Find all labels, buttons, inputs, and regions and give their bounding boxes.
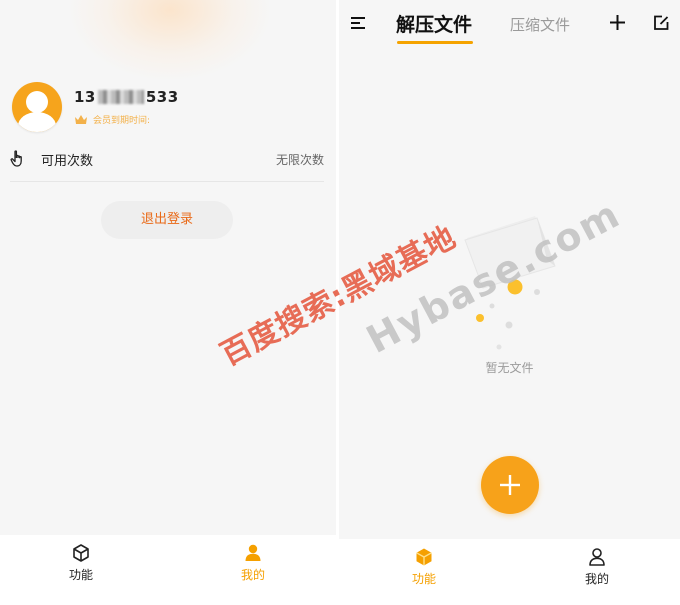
empty-folder-illustration <box>464 216 556 350</box>
menu-icon[interactable] <box>351 16 366 30</box>
hand-pointer-icon <box>10 150 22 167</box>
nav-label-mine: 我的 <box>584 572 609 586</box>
usage-value: 无限次数 <box>275 153 324 167</box>
usage-label: 可用次数 <box>41 154 94 169</box>
bottom-nav: 功能 我的 <box>339 539 680 605</box>
crown-icon <box>75 115 87 124</box>
cube-icon <box>73 544 89 562</box>
cube-icon <box>416 548 432 566</box>
files-screen: 解压文件 压缩文件 暂无文件 功能 我的 <box>339 0 680 605</box>
header-glow-decoration <box>70 0 270 80</box>
bottom-nav: 功能 我的 <box>0 535 336 605</box>
tab-compress-files[interactable]: 压缩文件 <box>510 14 570 35</box>
logout-button[interactable]: 退出登录 <box>101 201 233 239</box>
active-tab-indicator <box>397 41 473 44</box>
profile-screen: 13 533 会员到期时间: 可用次数 无限次数 退出登录 功能 我的 <box>0 0 336 605</box>
avatar[interactable] <box>12 82 62 132</box>
nav-label-mine: 我的 <box>240 568 265 582</box>
nav-tab-mine[interactable]: 我的 <box>568 547 626 605</box>
add-icon[interactable] <box>609 14 626 31</box>
phone-mask-blur <box>97 90 144 104</box>
usage-count-row: 可用次数 无限次数 <box>10 145 324 182</box>
nav-tab-function[interactable]: 功能 <box>52 543 110 605</box>
nav-label-function: 功能 <box>68 568 93 582</box>
phone-number: 13 533 <box>74 88 179 106</box>
nav-label-function: 功能 <box>411 572 436 586</box>
plus-icon <box>500 475 520 495</box>
tab-extract-files[interactable]: 解压文件 <box>396 10 472 37</box>
empty-state-message: 暂无文件 <box>485 361 534 375</box>
edit-icon[interactable] <box>653 14 670 31</box>
nav-tab-mine[interactable]: 我的 <box>224 543 282 605</box>
nav-tab-function[interactable]: 功能 <box>395 547 453 605</box>
vip-expiry-row: 会员到期时间: <box>74 113 150 126</box>
vip-expiry-label: 会员到期时间: <box>93 116 151 126</box>
add-file-fab-button[interactable] <box>481 456 539 514</box>
person-icon <box>245 544 261 561</box>
person-icon <box>589 548 605 566</box>
